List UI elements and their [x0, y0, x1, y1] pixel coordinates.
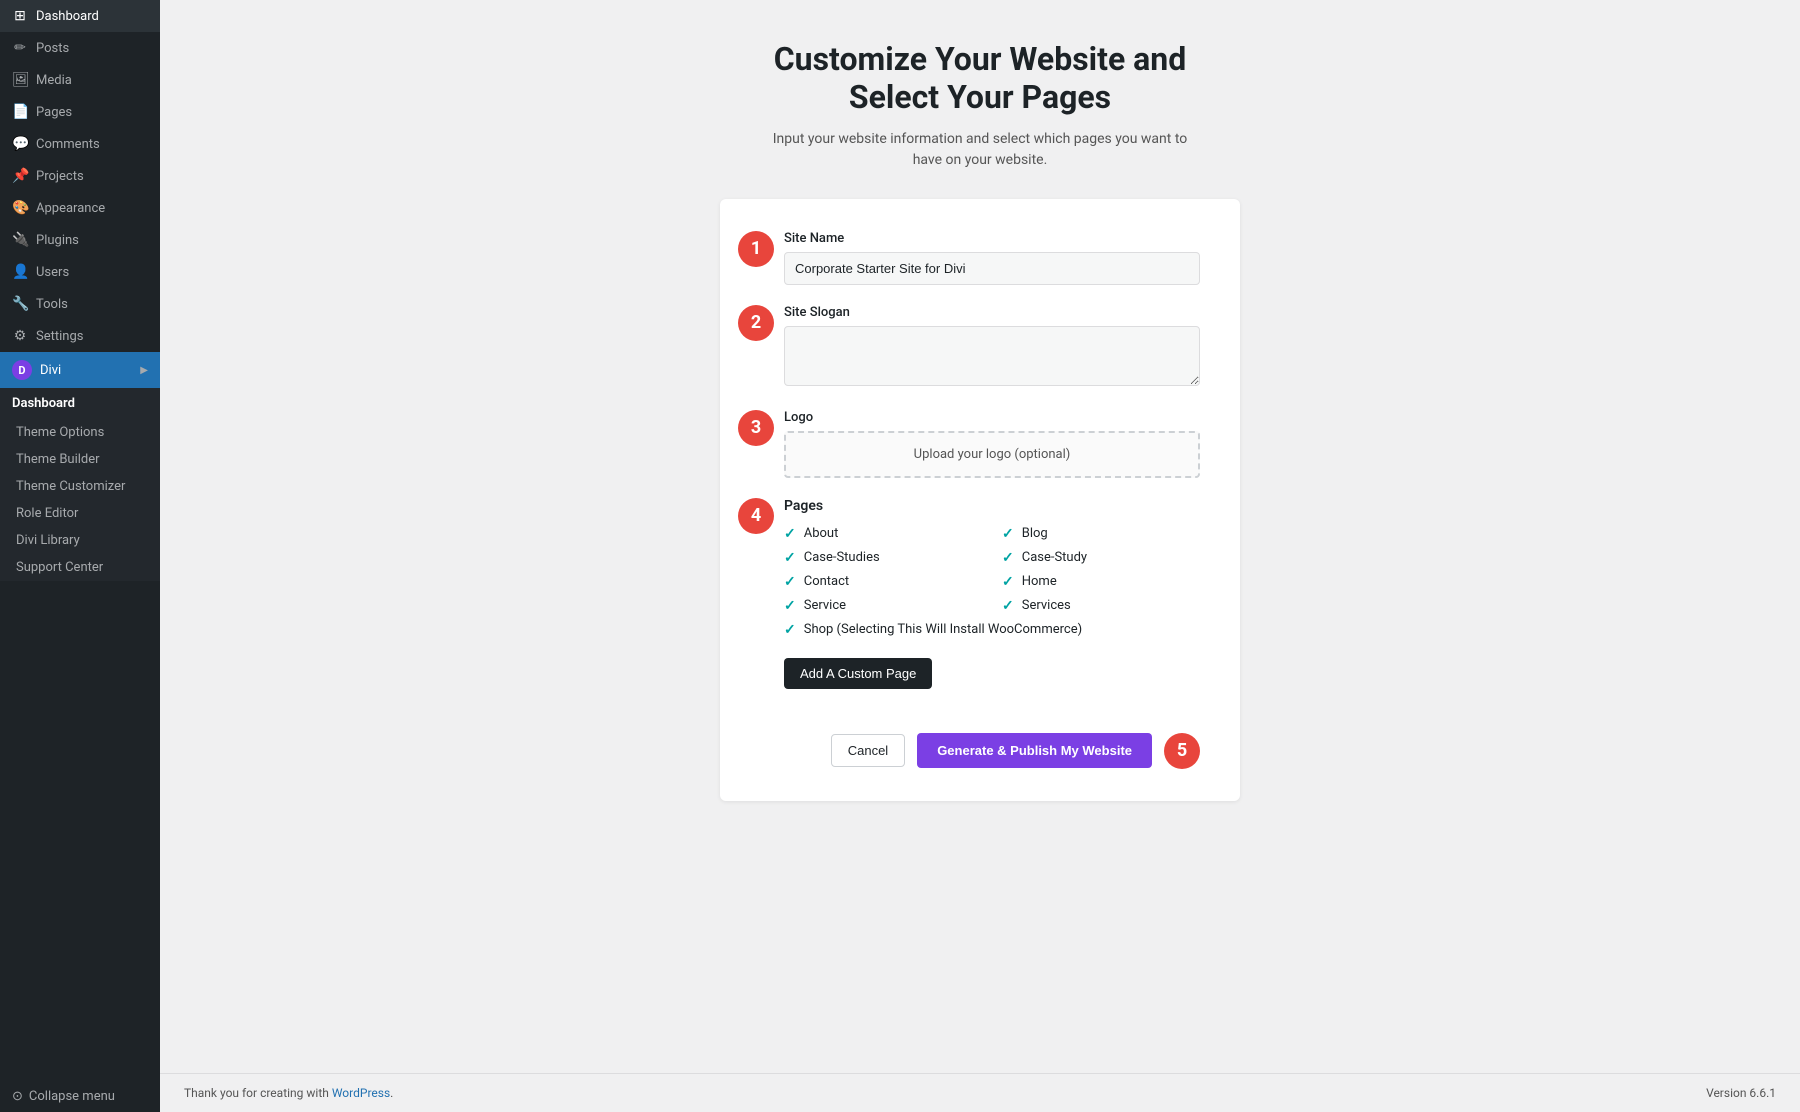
settings-icon: ⚙: [12, 328, 28, 344]
dashboard-icon: ⊞: [12, 8, 28, 24]
page-item-service[interactable]: ✓ Service: [784, 598, 982, 614]
media-icon: 🖼: [12, 72, 28, 88]
step-badge-1: 1: [738, 231, 774, 267]
divi-sub-divi-library[interactable]: Divi Library: [0, 527, 160, 554]
sidebar-item-appearance[interactable]: 🎨 Appearance: [0, 192, 160, 224]
sidebar-item-media[interactable]: 🖼 Media: [0, 64, 160, 96]
site-slogan-input[interactable]: [784, 326, 1200, 386]
step-badge-3: 3: [738, 410, 774, 446]
pages-label: Pages: [784, 498, 1200, 514]
version-text: Version 6.6.1: [1706, 1086, 1776, 1100]
wordpress-link[interactable]: WordPress: [332, 1086, 390, 1100]
users-icon: 👤: [12, 264, 28, 280]
site-slogan-group: 2 Site Slogan: [760, 305, 1200, 390]
plugins-icon: 🔌: [12, 232, 28, 248]
pages-group: 4 Pages ✓ About ✓ Blog ✓ Case-Studies: [760, 498, 1200, 713]
pages-icon: 📄: [12, 104, 28, 120]
page-item-blog[interactable]: ✓ Blog: [1002, 526, 1200, 542]
chevron-right-icon: ▶: [140, 365, 148, 376]
sidebar-item-pages[interactable]: 📄 Pages: [0, 96, 160, 128]
sidebar-item-projects[interactable]: 📌 Projects: [0, 160, 160, 192]
check-service: ✓: [784, 598, 796, 614]
divi-submenu-header: Dashboard: [0, 388, 160, 419]
page-item-case-study[interactable]: ✓ Case-Study: [1002, 550, 1200, 566]
page-item-about[interactable]: ✓ About: [784, 526, 982, 542]
sidebar-item-comments[interactable]: 💬 Comments: [0, 128, 160, 160]
sidebar-item-users[interactable]: 👤 Users: [0, 256, 160, 288]
tools-icon: 🔧: [12, 296, 28, 312]
comments-icon: 💬: [12, 136, 28, 152]
sidebar-item-dashboard[interactable]: ⊞ Dashboard: [0, 0, 160, 32]
site-name-group: 1 Site Name: [760, 231, 1200, 285]
sidebar-item-tools[interactable]: 🔧 Tools: [0, 288, 160, 320]
card-footer: Cancel Generate & Publish My Website 5: [760, 733, 1200, 769]
step-badge-5: 5: [1164, 733, 1200, 769]
step-badge-4: 4: [738, 498, 774, 534]
divi-sub-support-center[interactable]: Support Center: [0, 554, 160, 581]
page-item-shop[interactable]: ✓ Shop (Selecting This Will Install WooC…: [784, 622, 1200, 638]
sidebar-item-plugins[interactable]: 🔌 Plugins: [0, 224, 160, 256]
check-shop: ✓: [784, 622, 796, 638]
divi-sub-theme-customizer[interactable]: Theme Customizer: [0, 473, 160, 500]
logo-group: 3 Logo Upload your logo (optional): [760, 410, 1200, 478]
check-home: ✓: [1002, 574, 1014, 590]
projects-icon: 📌: [12, 168, 28, 184]
page-item-home[interactable]: ✓ Home: [1002, 574, 1200, 590]
page-title: Customize Your Website and Select Your P…: [774, 40, 1187, 117]
logo-label: Logo: [784, 410, 1200, 425]
check-blog: ✓: [1002, 526, 1014, 542]
pages-grid: ✓ About ✓ Blog ✓ Case-Studies ✓ Case-Stu…: [784, 526, 1200, 638]
generate-publish-button[interactable]: Generate & Publish My Website: [917, 733, 1152, 768]
check-case-study: ✓: [1002, 550, 1014, 566]
sidebar-item-posts[interactable]: ✏ Posts: [0, 32, 160, 64]
add-custom-page-button[interactable]: Add A Custom Page: [784, 658, 932, 689]
check-services: ✓: [1002, 598, 1014, 614]
appearance-icon: 🎨: [12, 200, 28, 216]
check-about: ✓: [784, 526, 796, 542]
page-footer: Thank you for creating with WordPress. V…: [160, 1073, 1800, 1112]
collapse-menu-button[interactable]: ⊙ Collapse menu: [0, 1081, 160, 1112]
divi-sub-role-editor[interactable]: Role Editor: [0, 500, 160, 527]
page-item-contact[interactable]: ✓ Contact: [784, 574, 982, 590]
customize-card: 1 Site Name 2 Site Slogan 3 Logo Upload …: [720, 199, 1240, 801]
cancel-button[interactable]: Cancel: [831, 734, 905, 767]
posts-icon: ✏: [12, 40, 28, 56]
site-slogan-label: Site Slogan: [784, 305, 1200, 320]
site-name-input[interactable]: [784, 252, 1200, 285]
sidebar-item-divi[interactable]: D Divi ▶: [0, 352, 160, 388]
page-item-services[interactable]: ✓ Services: [1002, 598, 1200, 614]
site-name-label: Site Name: [784, 231, 1200, 246]
collapse-icon: ⊙: [12, 1089, 23, 1104]
page-item-case-studies[interactable]: ✓ Case-Studies: [784, 550, 982, 566]
divi-sub-theme-options[interactable]: Theme Options: [0, 419, 160, 446]
step-badge-2: 2: [738, 305, 774, 341]
sidebar-item-settings[interactable]: ⚙ Settings: [0, 320, 160, 352]
page-subtitle: Input your website information and selec…: [770, 129, 1190, 171]
divi-icon: D: [12, 360, 32, 380]
logo-upload-button[interactable]: Upload your logo (optional): [784, 431, 1200, 478]
divi-sub-theme-builder[interactable]: Theme Builder: [0, 446, 160, 473]
check-contact: ✓: [784, 574, 796, 590]
check-case-studies: ✓: [784, 550, 796, 566]
